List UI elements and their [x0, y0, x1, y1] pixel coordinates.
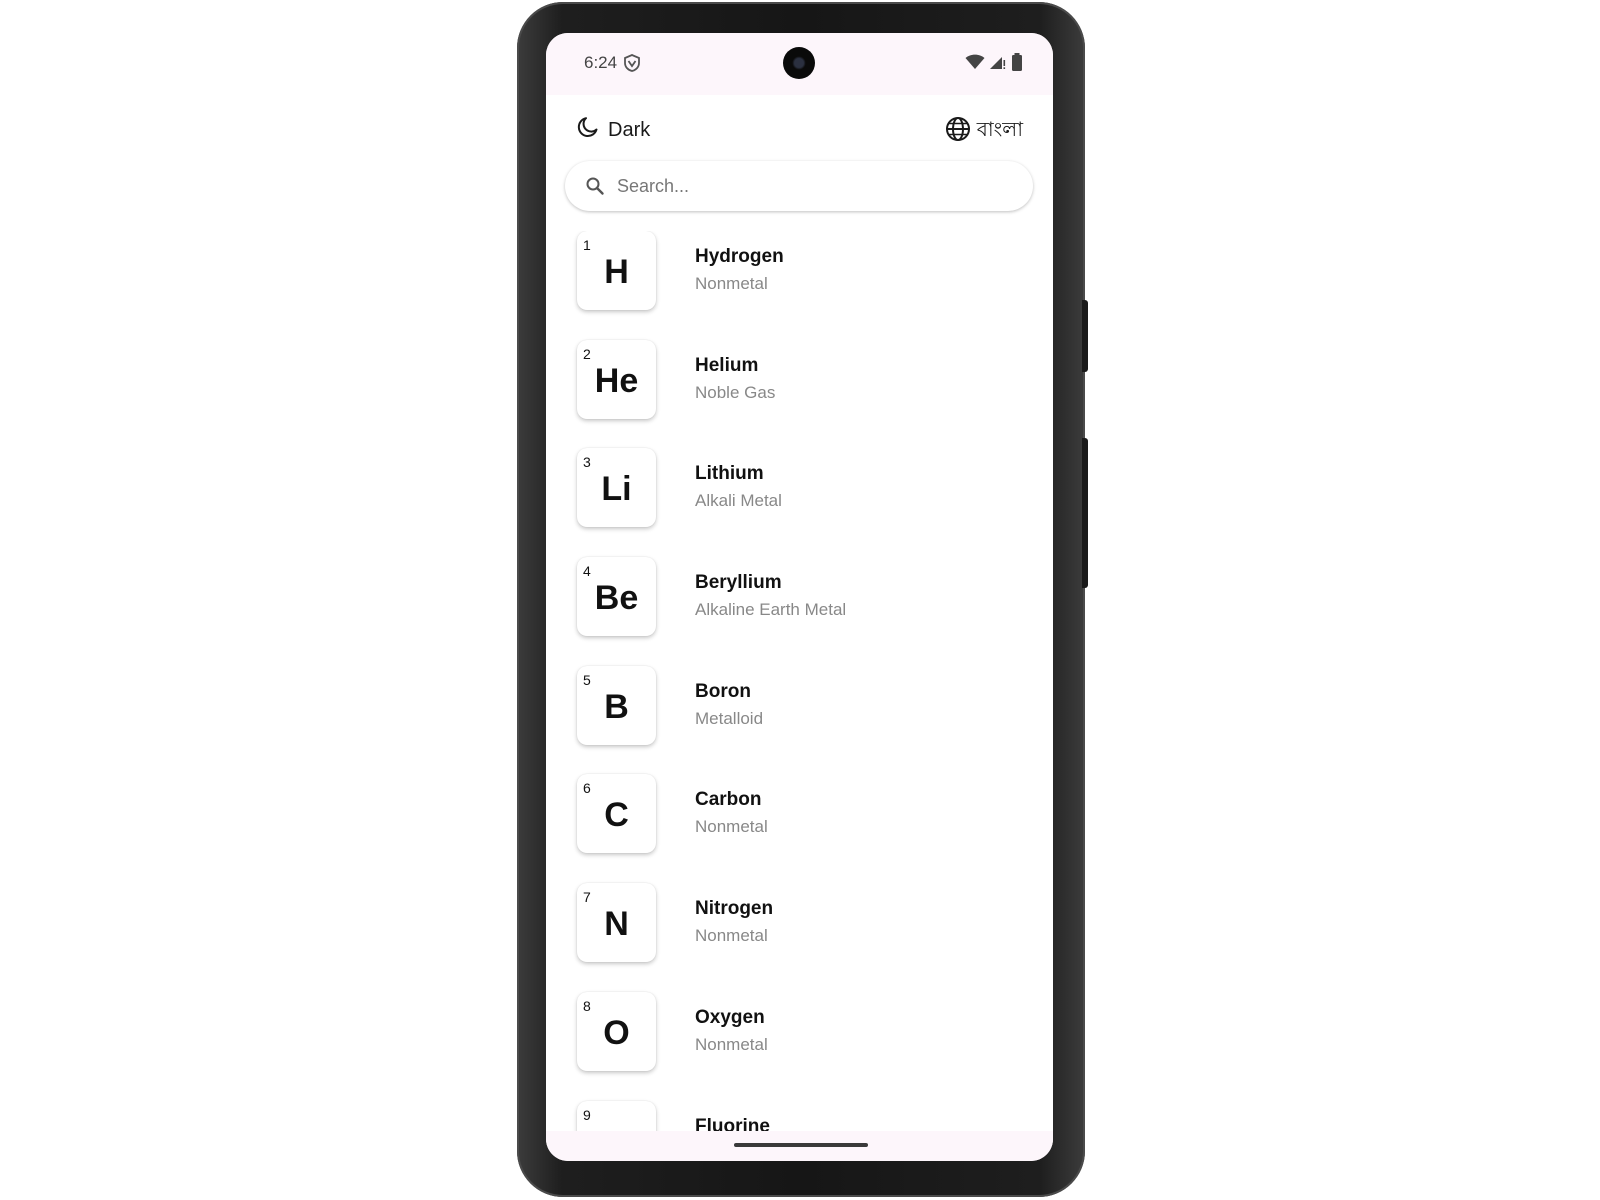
power-button	[1082, 300, 1088, 372]
element-row[interactable]: 2 He Helium Noble Gas	[546, 339, 1053, 449]
element-name: Oxygen	[695, 1006, 765, 1028]
element-symbol: H	[604, 253, 629, 291]
element-symbol: He	[594, 361, 639, 400]
element-symbol: C	[604, 796, 629, 835]
element-row[interactable]: 7 N Nitrogen Nonmetal	[546, 883, 1053, 992]
element-row[interactable]: 5 B Boron Metalloid	[546, 665, 1053, 775]
element-text: Hydrogen Nonmetal	[695, 245, 784, 296]
element-text: Helium Noble Gas	[695, 354, 775, 405]
element-tile: 5 B	[577, 665, 656, 745]
theme-toggle-button[interactable]: Dark	[576, 115, 650, 145]
cellular-signal-icon	[989, 54, 1007, 75]
element-category: Noble Gas	[695, 382, 776, 402]
element-row[interactable]: 4 Be Beryllium Alkaline Earth Metal	[546, 557, 1053, 666]
element-symbol: B	[604, 687, 629, 726]
search-bar[interactable]	[565, 161, 1033, 211]
element-text: Lithium Alkali Metal	[695, 462, 782, 513]
element-tile: 3 Li	[577, 448, 656, 528]
element-tile: 6 C	[577, 774, 656, 854]
element-symbol: Li	[601, 470, 632, 509]
element-name: Carbon	[695, 789, 762, 811]
navigation-bar	[546, 1131, 1053, 1161]
element-tile: 2 He	[577, 339, 656, 419]
element-name: Helium	[695, 354, 759, 376]
element-name: Lithium	[695, 463, 764, 485]
language-toggle-label: বাংলা	[976, 119, 1023, 141]
battery-icon	[1011, 53, 1023, 76]
app-topbar: Dark বাংলা	[546, 95, 1053, 211]
element-text: Oxygen Nonmetal	[695, 1006, 768, 1057]
app-screen: 6:24 Dark বাংলা Search... 1 H Hydrogen N…	[546, 33, 1053, 1161]
element-text: Carbon Nonmetal	[695, 788, 768, 839]
element-row[interactable]: 1 H Hydrogen Nonmetal	[546, 231, 1053, 340]
element-text: Boron Metalloid	[695, 680, 763, 731]
element-text: Beryllium Alkaline Earth Metal	[695, 571, 846, 622]
element-name: Beryllium	[695, 572, 782, 594]
element-symbol: N	[604, 905, 629, 944]
element-tile: 7 N	[577, 883, 656, 963]
globe-icon	[945, 116, 971, 148]
vpn-shield-icon	[624, 54, 640, 77]
theme-toggle-label: Dark	[608, 118, 651, 141]
element-name: Nitrogen	[695, 898, 774, 920]
element-tile: 8 O	[577, 991, 656, 1071]
element-category: Alkaline Earth Metal	[695, 600, 847, 620]
element-name: Boron	[695, 680, 751, 702]
status-time: 6:24	[584, 53, 618, 72]
element-tile: 4 Be	[577, 557, 656, 637]
moon-icon	[576, 115, 600, 145]
home-gesture-handle[interactable]	[734, 1143, 868, 1147]
element-category: Metalloid	[695, 708, 764, 728]
element-category: Alkali Metal	[695, 491, 782, 511]
language-toggle-button[interactable]: বাংলা	[945, 115, 1023, 148]
element-text: Nitrogen Nonmetal	[695, 897, 773, 948]
element-row[interactable]: 8 O Oxygen Nonmetal	[546, 991, 1053, 1101]
search-icon	[585, 176, 605, 196]
front-camera	[783, 47, 815, 79]
element-name: Hydrogen	[695, 246, 784, 267]
element-category: Nonmetal	[695, 1034, 768, 1054]
element-row[interactable]: 6 C Carbon Nonmetal	[546, 774, 1053, 883]
wifi-icon	[965, 54, 985, 75]
status-icons	[965, 53, 1023, 76]
search-input[interactable]	[615, 174, 1009, 198]
status-bar: 6:24	[546, 33, 1053, 95]
element-category: Nonmetal	[695, 926, 768, 946]
element-list[interactable]: 1 H Hydrogen Nonmetal 2 He Helium Noble …	[546, 231, 1053, 1161]
element-tile: 1 H	[577, 231, 656, 310]
element-category: Nonmetal	[695, 274, 768, 293]
element-symbol: O	[603, 1013, 630, 1052]
element-category: Nonmetal	[695, 817, 768, 837]
volume-button	[1082, 438, 1088, 588]
element-symbol: Be	[594, 579, 639, 618]
element-row[interactable]: 3 Li Lithium Alkali Metal	[546, 448, 1053, 557]
